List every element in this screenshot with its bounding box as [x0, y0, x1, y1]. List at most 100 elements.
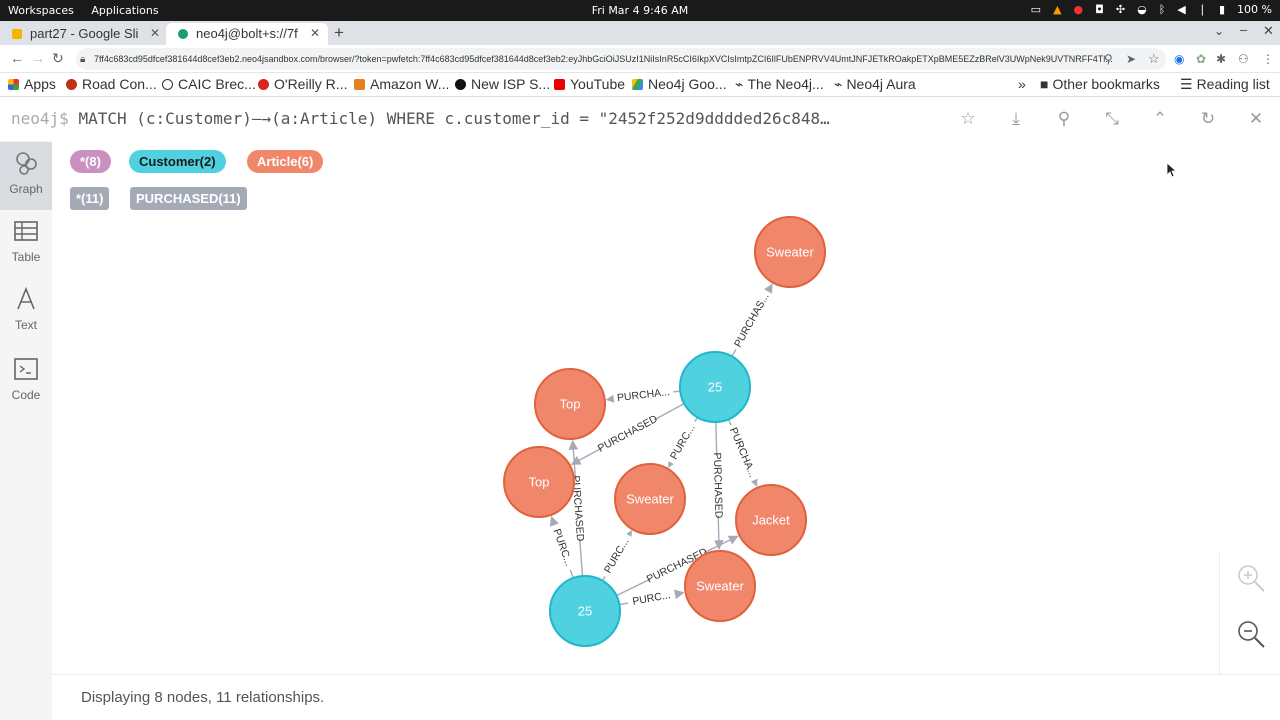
- node-caption: Top: [529, 474, 550, 489]
- query-text: MATCH (c:Customer)—→(a:Article) WHERE c.…: [78, 109, 830, 128]
- tab-google-slides[interactable]: part27 - Google Sli ✕: [0, 23, 168, 45]
- relationship-label: PURC...: [550, 527, 574, 567]
- view-table-button[interactable]: Table: [0, 210, 52, 278]
- bookmark-amazon[interactable]: Amazon W...: [354, 76, 449, 92]
- reload-icon[interactable]: ↻: [52, 50, 64, 67]
- extensions-puzzle-icon[interactable]: ✱: [1216, 52, 1226, 66]
- graph-canvas[interactable]: PURCHAS...PURCHA...PURCHASED PURC... PURCH…: [52, 141, 1219, 674]
- bookmark-icon: [354, 79, 365, 90]
- wifi-icon[interactable]: ◒: [1137, 3, 1147, 16]
- neo4j-icon: [178, 29, 188, 39]
- back-icon[interactable]: ←: [10, 50, 24, 66]
- relationship-purchased[interactable]: PURC...: [665, 416, 701, 468]
- bookmark-road-conditions[interactable]: Road Con...: [66, 76, 157, 92]
- bookmark-youtube[interactable]: YouTube: [554, 76, 625, 92]
- tab-title: neo4j@bolt+s://7f: [196, 26, 298, 41]
- new-tab-button[interactable]: +: [334, 23, 344, 43]
- zoom-in-icon[interactable]: [1236, 563, 1266, 593]
- tab-search-icon[interactable]: ⌄: [1214, 24, 1224, 38]
- extension-icon[interactable]: ✿: [1196, 52, 1206, 66]
- volume-icon[interactable]: ◀: [1177, 3, 1185, 16]
- tab-neo4j-browser[interactable]: neo4j@bolt+s://7f ✕: [166, 23, 328, 45]
- bookmark-the-neo4j[interactable]: ⌁ The Neo4j...: [735, 76, 824, 93]
- display-icon[interactable]: ▭: [1031, 3, 1041, 16]
- bookmarks-overflow-button[interactable]: »: [1018, 76, 1026, 92]
- view-mode-sidebar: Graph Table Text Code: [0, 141, 52, 720]
- article-node[interactable]: Sweater: [684, 550, 756, 622]
- bookmark-neo4j-aura[interactable]: ⌁ Neo4j Aura: [834, 76, 916, 93]
- star-icon[interactable]: ☆: [1148, 51, 1160, 67]
- article-node[interactable]: Sweater: [754, 216, 826, 288]
- customer-node[interactable]: 25: [679, 351, 751, 423]
- discord-icon[interactable]: ◘: [1095, 3, 1104, 16]
- view-label: Text: [14, 318, 37, 332]
- zoom-icon[interactable]: ⚲: [1104, 52, 1113, 66]
- url-text: 7ff4c683cd95dfcef381644d8cef3eb2.neo4jsa…: [94, 54, 1113, 64]
- youtube-icon: [554, 79, 565, 90]
- view-graph-button[interactable]: Graph: [0, 142, 52, 210]
- bookmark-apps[interactable]: Apps: [8, 76, 56, 92]
- bookmark-neo4j-google[interactable]: Neo4j Goo...: [632, 76, 727, 92]
- node-caption: Sweater: [766, 244, 814, 259]
- relationship-purchased[interactable]: PURC...: [619, 587, 685, 610]
- customer-node[interactable]: 25: [549, 575, 621, 647]
- bluetooth-icon[interactable]: ᛒ: [1159, 3, 1166, 16]
- microphone-icon[interactable]: ❘: [1198, 3, 1207, 16]
- bookmark-other[interactable]: ■ Other bookmarks: [1040, 76, 1160, 92]
- bookmark-oreilly[interactable]: O'Reilly R...: [258, 76, 347, 92]
- close-icon[interactable]: ✕: [1244, 107, 1268, 131]
- neo4j-link-icon: ⌁: [834, 76, 843, 92]
- status-bar: Displaying 8 nodes, 11 relationships.: [52, 674, 1280, 720]
- pin-icon[interactable]: ⚲: [1052, 107, 1076, 131]
- close-icon[interactable]: ✕: [310, 26, 320, 40]
- battery-percent: 100 %: [1237, 3, 1272, 16]
- article-node[interactable]: Top: [534, 368, 606, 440]
- article-node[interactable]: Top: [503, 446, 575, 518]
- reading-list-button[interactable]: ☰ Reading list: [1180, 76, 1270, 93]
- relationship-purchased[interactable]: PURC...: [599, 530, 635, 582]
- zoom-out-icon[interactable]: [1236, 619, 1266, 649]
- neo4j-link-icon: ⌁: [735, 76, 744, 92]
- apps-grid-icon: [8, 79, 19, 90]
- minimize-button[interactable]: –: [1240, 22, 1247, 37]
- relationship-purchased[interactable]: PURCHASED: [709, 421, 726, 550]
- send-icon[interactable]: ➤: [1126, 52, 1136, 66]
- download-icon[interactable]: ⤓: [1004, 107, 1028, 131]
- close-icon[interactable]: ✕: [150, 26, 160, 40]
- slack-icon[interactable]: ✣: [1116, 3, 1125, 16]
- node-caption: 25: [708, 379, 722, 394]
- bookmark-caic[interactable]: CAIC Brec...: [162, 76, 256, 92]
- forward-icon[interactable]: →: [31, 50, 45, 66]
- rerun-icon[interactable]: ↻: [1196, 107, 1220, 131]
- slides-icon: [12, 29, 22, 39]
- bookmark-new-isp[interactable]: New ISP S...: [455, 76, 550, 92]
- article-node[interactable]: Jacket: [735, 484, 807, 556]
- chevron-up-icon[interactable]: ⌃: [1148, 107, 1172, 131]
- query-editor[interactable]: neo4j$ MATCH (c:Customer)—→(a:Article) W…: [11, 109, 941, 128]
- battery-icon[interactable]: ▮: [1219, 3, 1225, 16]
- lock-icon[interactable]: 🔒︎: [80, 54, 85, 65]
- relationship-purchased[interactable]: PURCHA...: [724, 418, 761, 487]
- vlc-icon[interactable]: ▲: [1053, 3, 1061, 16]
- zoom-controls: [1219, 551, 1280, 674]
- chrome-tray-icon[interactable]: ●: [1074, 3, 1084, 16]
- view-code-button[interactable]: Code: [0, 348, 52, 416]
- relationship-purchased[interactable]: PURCHA...: [605, 384, 681, 406]
- relationship-label: PURCHASED: [596, 413, 660, 455]
- node-caption: Sweater: [626, 491, 674, 506]
- article-node[interactable]: Sweater: [614, 463, 686, 535]
- view-text-button[interactable]: Text: [0, 278, 52, 346]
- favorite-star-icon[interactable]: ☆: [956, 107, 980, 131]
- url-bar[interactable]: 7ff4c683cd95dfcef381644d8cef3eb2.neo4jsa…: [76, 48, 1166, 70]
- close-window-button[interactable]: ✕: [1263, 23, 1274, 39]
- view-label: Code: [11, 388, 41, 402]
- collapse-icon[interactable]: ⤡: [1100, 107, 1124, 131]
- bookmarks-bar: Apps Road Con... CAIC Brec... O'Reilly R…: [0, 73, 1280, 97]
- view-label: Table: [11, 250, 41, 264]
- relationship-purchased[interactable]: PURCHAS...: [729, 283, 775, 357]
- table-icon: [14, 221, 38, 241]
- folder-icon: ■: [1040, 76, 1049, 92]
- menu-icon[interactable]: ⋮: [1262, 52, 1274, 66]
- profile-icon[interactable]: ⚇: [1238, 52, 1249, 66]
- extension-icon[interactable]: ◉: [1174, 52, 1184, 66]
